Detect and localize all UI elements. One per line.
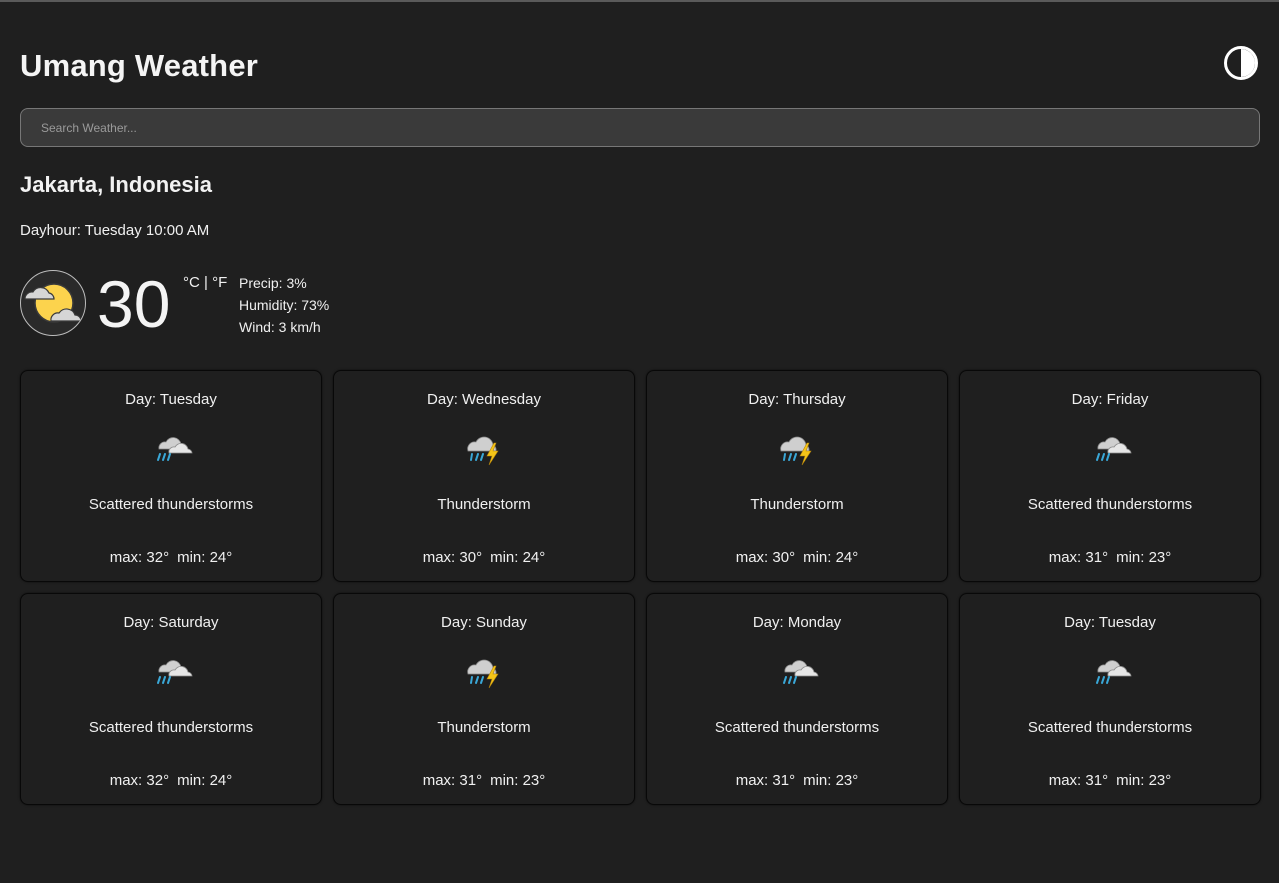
scattered-thunderstorms-icon [1086, 650, 1134, 690]
current-weather: 30 °C | °F Precip: 3% Humidity: 73% Wind… [20, 268, 420, 340]
forecast-temps: max: 32° min: 24° [21, 772, 321, 789]
forecast-min: min: 23° [490, 772, 546, 789]
thunderstorm-icon [460, 650, 508, 690]
forecast-condition: Scattered thunderstorms [88, 719, 254, 736]
scattered-thunderstorms-icon [1086, 427, 1134, 467]
precip-text: Precip: 3% [239, 275, 307, 291]
forecast-day: Day: Sunday [441, 614, 527, 631]
forecast-min: min: 23° [803, 772, 859, 789]
forecast-card: Day: Wednesday Thunderstorm max: 30° min:… [333, 370, 635, 582]
forecast-max: max: 32° [109, 549, 170, 566]
header: Umang Weather [20, 44, 1260, 92]
search-bar [20, 108, 1260, 147]
forecast-day: Day: Friday [1071, 391, 1149, 408]
window-top-border [0, 0, 1279, 2]
forecast-max: max: 30° [422, 549, 483, 566]
forecast-min: min: 23° [1116, 772, 1172, 789]
scattered-thunderstorms-icon [147, 650, 195, 690]
forecast-day: Day: Wednesday [427, 391, 541, 408]
forecast-temps: max: 31° min: 23° [334, 772, 634, 789]
forecast-condition: Scattered thunderstorms [88, 496, 254, 513]
forecast-max: max: 31° [422, 772, 483, 789]
forecast-condition: Thunderstorm [437, 496, 531, 513]
forecast-max: max: 31° [1048, 549, 1109, 566]
forecast-temps: max: 30° min: 24° [334, 549, 634, 566]
forecast-card: Day: Tuesday Scattered thunderstorms max… [959, 593, 1261, 805]
unit-switch: °C | °F [183, 274, 227, 291]
forecast-temps: max: 32° min: 24° [21, 549, 321, 566]
thunderstorm-icon [460, 427, 508, 467]
fahrenheit-toggle[interactable]: °F [212, 274, 227, 291]
forecast-max: max: 30° [735, 549, 796, 566]
forecast-temps: max: 31° min: 23° [960, 549, 1260, 566]
forecast-temps: max: 31° min: 23° [647, 772, 947, 789]
forecast-condition: Scattered thunderstorms [714, 719, 880, 736]
current-temperature: 30 [97, 267, 171, 341]
partly-cloudy-day-icon [20, 270, 86, 336]
forecast-min: min: 24° [177, 549, 233, 566]
forecast-card: Day: Friday Scattered thunderstorms max:… [959, 370, 1261, 582]
location-title: Jakarta, Indonesia [20, 172, 212, 197]
forecast-min: min: 23° [1116, 549, 1172, 566]
wind-text: Wind: 3 km/h [239, 319, 321, 335]
unit-separator: | [199, 274, 213, 291]
celsius-toggle[interactable]: °C [183, 274, 200, 291]
forecast-min: min: 24° [177, 772, 233, 789]
current-stats: Precip: 3% Humidity: 73% Wind: 3 km/h [239, 272, 329, 338]
app-title: Umang Weather [20, 48, 259, 83]
forecast-card: Day: Thursday Thunderstorm max: 30° min: … [646, 370, 948, 582]
search-input[interactable] [20, 108, 1260, 147]
forecast-grid: Day: Tuesday Scattered thunderstorms max… [20, 370, 1261, 805]
forecast-min: min: 24° [803, 549, 859, 566]
forecast-temps: max: 31° min: 23° [960, 772, 1260, 789]
forecast-min: min: 24° [490, 549, 546, 566]
forecast-card: Day: Monday Scattered thunderstorms max:… [646, 593, 948, 805]
forecast-max: max: 32° [109, 772, 170, 789]
forecast-day: Day: Tuesday [1064, 614, 1156, 631]
forecast-card: Day: Saturday Scattered thunderstorms ma… [20, 593, 322, 805]
forecast-condition: Thunderstorm [437, 719, 531, 736]
forecast-day: Day: Saturday [123, 614, 219, 631]
scattered-thunderstorms-icon [773, 650, 821, 690]
theme-toggle-icon[interactable] [1222, 44, 1260, 82]
forecast-day: Day: Monday [752, 614, 842, 631]
forecast-condition: Scattered thunderstorms [1027, 719, 1193, 736]
forecast-condition: Thunderstorm [750, 496, 844, 513]
forecast-card: Day: Tuesday Scattered thunderstorms max… [20, 370, 322, 582]
forecast-max: max: 31° [1048, 772, 1109, 789]
forecast-card: Day: Sunday Thunderstorm max: 31° min: 23… [333, 593, 635, 805]
scattered-thunderstorms-icon [147, 427, 195, 467]
forecast-day: Day: Thursday [748, 391, 846, 408]
forecast-temps: max: 30° min: 24° [647, 549, 947, 566]
forecast-day: Day: Tuesday [125, 391, 217, 408]
forecast-condition: Scattered thunderstorms [1027, 496, 1193, 513]
humidity-text: Humidity: 73% [239, 297, 330, 313]
thunderstorm-icon [773, 427, 821, 467]
forecast-max: max: 31° [735, 772, 796, 789]
dayhour-text: Dayhour: Tuesday 10:00 AM [20, 222, 210, 239]
